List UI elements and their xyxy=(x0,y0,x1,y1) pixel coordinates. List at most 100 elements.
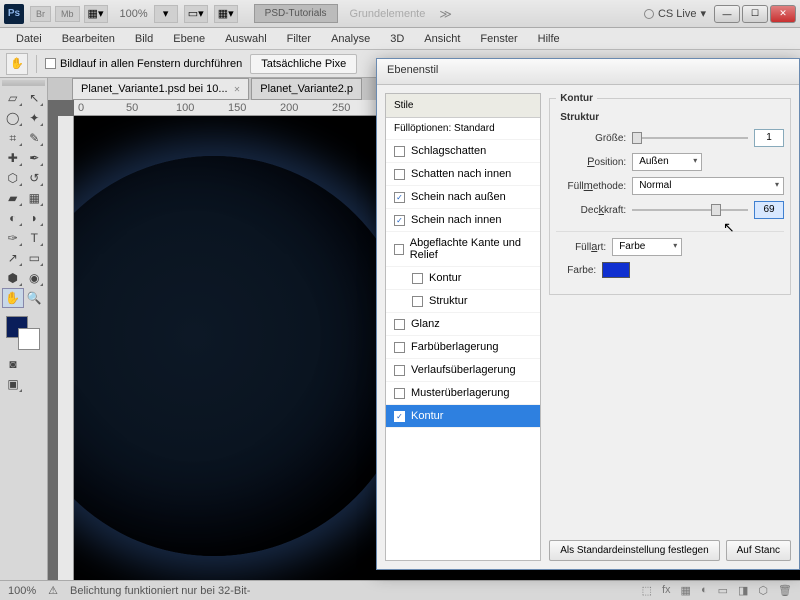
status-icon[interactable]: ◐ xyxy=(701,584,708,597)
menu-datei[interactable]: Datei xyxy=(6,30,52,48)
document-tab[interactable]: Planet_Variante1.psd bei 10...✕ xyxy=(72,78,249,100)
opacity-label: Deckkraft: xyxy=(556,204,626,216)
color-label: Farbe: xyxy=(556,265,596,276)
blendmode-label: Füllmethode: xyxy=(556,180,626,192)
status-icon[interactable]: fx xyxy=(662,584,671,597)
menubar: Datei Bearbeiten Bild Ebene Auswahl Filt… xyxy=(0,28,800,50)
marquee-tool[interactable]: ↖ xyxy=(24,88,46,108)
menu-bild[interactable]: Bild xyxy=(125,30,163,48)
eyedropper-tool[interactable]: ✎ xyxy=(24,128,46,148)
size-slider[interactable] xyxy=(632,131,748,145)
menu-analyse[interactable]: Analyse xyxy=(321,30,380,48)
blur-tool[interactable]: ◐ xyxy=(2,208,24,228)
stroke-color-swatch[interactable] xyxy=(602,262,630,278)
reset-default-button[interactable]: Auf Stanc xyxy=(726,540,791,561)
status-zoom[interactable]: 100% xyxy=(8,585,36,597)
struktur-legend: Struktur xyxy=(556,112,603,123)
style-color-overlay[interactable]: Farbüberlagerung xyxy=(386,336,540,359)
status-icon[interactable]: 🗑 xyxy=(778,584,792,597)
scroll-all-checkbox[interactable]: Bildlauf in allen Fenstern durchführen xyxy=(45,58,242,70)
styles-header[interactable]: Stile xyxy=(386,94,540,118)
menu-ebene[interactable]: Ebene xyxy=(163,30,215,48)
opacity-input[interactable]: 69 xyxy=(754,201,784,219)
filltype-dropdown[interactable]: Farbe xyxy=(612,238,682,256)
actual-pixels-button[interactable]: Tatsächliche Pixe xyxy=(250,54,357,74)
quickmask-toggle[interactable]: ◙ xyxy=(2,354,24,374)
background-swatch[interactable] xyxy=(18,328,40,350)
style-bevel-contour[interactable]: Kontur xyxy=(386,267,540,290)
screenmode-toggle[interactable]: ▣ xyxy=(2,374,24,394)
lasso-tool[interactable]: ◯ xyxy=(2,108,24,128)
type-tool[interactable]: T xyxy=(24,228,46,248)
style-outer-glow[interactable]: ✓Schein nach außen xyxy=(386,186,540,209)
menu-bearbeiten[interactable]: Bearbeiten xyxy=(52,30,125,48)
style-drop-shadow[interactable]: Schlagschatten xyxy=(386,140,540,163)
crop-tool[interactable]: ⌗ xyxy=(2,128,24,148)
pen-tool[interactable]: ✑ xyxy=(2,228,24,248)
style-bevel[interactable]: Abgeflachte Kante und Relief xyxy=(386,232,540,267)
cslive-icon xyxy=(644,9,654,19)
ruler-vertical xyxy=(58,116,74,580)
status-icon[interactable]: ▭ xyxy=(718,584,728,597)
document-tab[interactable]: Planet_Variante2.p xyxy=(251,78,362,100)
close-tab-icon[interactable]: ✕ xyxy=(234,85,241,94)
screen-mode-dropdown[interactable]: ▦▾ xyxy=(84,5,108,23)
history-brush-tool[interactable]: ↺ xyxy=(24,168,46,188)
style-stroke[interactable]: ✓Kontur xyxy=(386,405,540,428)
menu-hilfe[interactable]: Hilfe xyxy=(528,30,570,48)
style-blending-options[interactable]: Füllöptionen: Standard xyxy=(386,118,540,140)
minibridge-button[interactable]: Mb xyxy=(55,6,80,22)
dodge-tool[interactable]: ◗ xyxy=(24,208,46,228)
status-icon[interactable]: ⬡ xyxy=(758,584,768,597)
menu-filter[interactable]: Filter xyxy=(277,30,321,48)
styles-list: Stile Füllöptionen: Standard Schlagschat… xyxy=(385,93,541,561)
status-icon[interactable]: ▦ xyxy=(681,584,691,597)
wand-tool[interactable]: ✦ xyxy=(24,108,46,128)
workspace-more-icon[interactable]: ≫ xyxy=(439,7,452,21)
layer-style-dialog: Ebenenstil Stile Füllöptionen: Standard … xyxy=(376,58,800,570)
heal-tool[interactable]: ✚ xyxy=(2,148,24,168)
shape-tool[interactable]: ▭ xyxy=(24,248,46,268)
3d-camera-tool[interactable]: ◉ xyxy=(24,268,46,288)
stamp-tool[interactable]: ⬡ xyxy=(2,168,24,188)
style-inner-shadow[interactable]: Schatten nach innen xyxy=(386,163,540,186)
menu-fenster[interactable]: Fenster xyxy=(470,30,527,48)
menu-auswahl[interactable]: Auswahl xyxy=(215,30,277,48)
status-icon[interactable]: ◨ xyxy=(738,584,748,597)
style-satin[interactable]: Glanz xyxy=(386,313,540,336)
bridge-button[interactable]: Br xyxy=(30,6,51,22)
style-inner-glow[interactable]: ✓Schein nach innen xyxy=(386,209,540,232)
style-bevel-texture[interactable]: Struktur xyxy=(386,290,540,313)
path-tool[interactable]: ↗ xyxy=(2,248,24,268)
make-default-button[interactable]: Als Standardeinstellung festlegen xyxy=(549,540,719,561)
maximize-button[interactable]: ☐ xyxy=(742,5,768,23)
move-tool[interactable]: ▱ xyxy=(2,88,24,108)
minimize-button[interactable]: — xyxy=(714,5,740,23)
menu-3d[interactable]: 3D xyxy=(380,30,414,48)
dialog-title: Ebenenstil xyxy=(377,59,799,85)
hand-tool-icon[interactable]: ✋ xyxy=(6,53,28,75)
zoom-level[interactable]: 100% xyxy=(120,8,148,20)
position-dropdown[interactable]: Außen xyxy=(632,153,702,171)
color-swatches[interactable] xyxy=(2,314,45,350)
close-button[interactable]: ✕ xyxy=(770,5,796,23)
extras-dropdown[interactable]: ▦▾ xyxy=(214,5,238,23)
style-gradient-overlay[interactable]: Verlaufsüberlagerung xyxy=(386,359,540,382)
style-pattern-overlay[interactable]: Musterüberlagerung xyxy=(386,382,540,405)
zoom-tool[interactable]: 🔍 xyxy=(24,288,46,308)
3d-tool[interactable]: ⬢ xyxy=(2,268,24,288)
hand-tool[interactable]: ✋ xyxy=(2,288,24,308)
eraser-tool[interactable]: ▰ xyxy=(2,188,24,208)
brush-tool[interactable]: ✒ xyxy=(24,148,46,168)
size-input[interactable]: 1 xyxy=(754,129,784,147)
workspace-essentials[interactable]: Grundelemente xyxy=(350,8,426,20)
arrange-dropdown[interactable]: ▭▾ xyxy=(184,5,208,23)
cslive-button[interactable]: CS Live ▾ xyxy=(644,7,706,20)
blendmode-dropdown[interactable]: Normal xyxy=(632,177,784,195)
workspace-button[interactable]: PSD-Tutorials xyxy=(254,4,338,23)
opacity-slider[interactable] xyxy=(632,203,748,217)
gradient-tool[interactable]: ▦ xyxy=(24,188,46,208)
status-icon[interactable]: ⬚ xyxy=(642,584,652,597)
menu-ansicht[interactable]: Ansicht xyxy=(414,30,470,48)
zoom-dropdown[interactable]: ▾ xyxy=(154,5,178,23)
